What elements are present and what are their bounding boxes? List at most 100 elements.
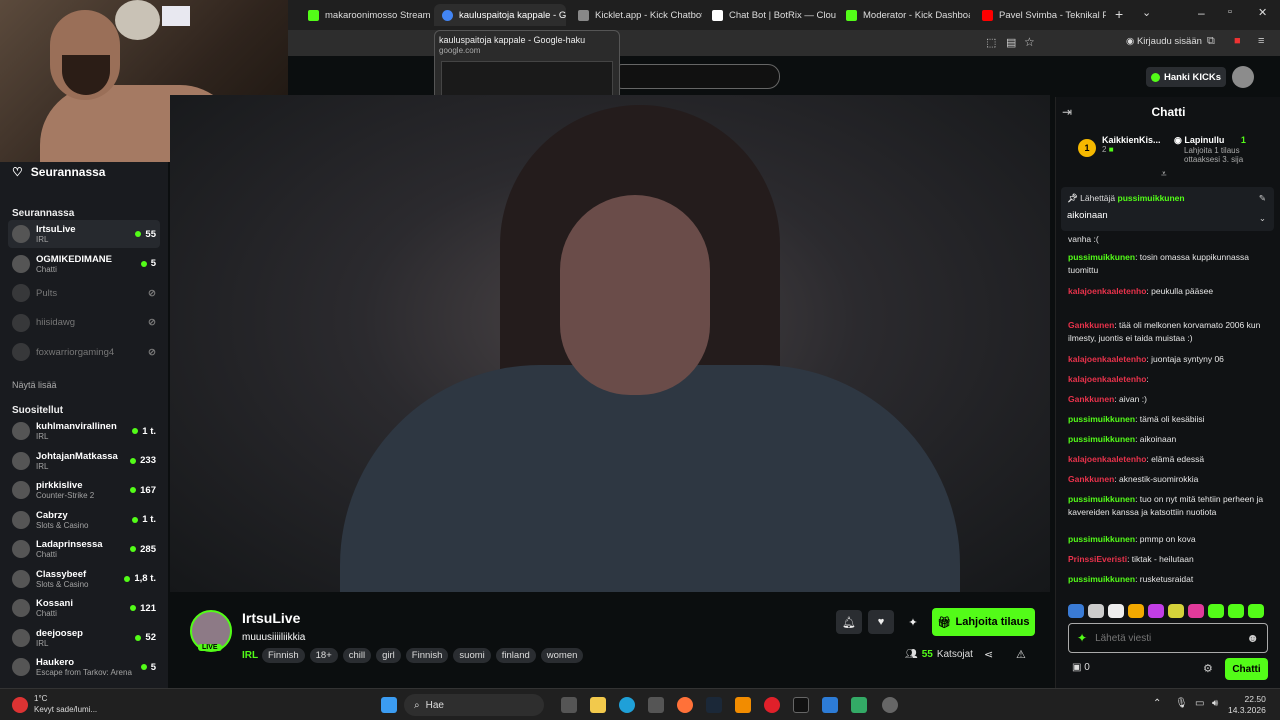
chat-username[interactable]: pussimuikkunen [1068,252,1135,262]
share-icon[interactable]: ⋖ [984,648,993,661]
sidebar-channel[interactable]: IrtsuLive IRL 55 [8,220,160,248]
chat-username[interactable]: kalajoenkaaletenho [1068,354,1146,364]
chat-username[interactable]: Gankkunen [1068,320,1114,330]
streamer-name[interactable]: IrtsuLive [242,610,300,626]
follow-heart-icon[interactable]: ♥ [868,610,894,634]
reader-icon[interactable]: ▤ [1006,36,1016,49]
screenshot-icon[interactable]: ⬚ [986,36,996,49]
gift-subscription-button[interactable]: 🎁︎ Lahjoita tilaus [932,608,1035,636]
gear-icon[interactable]: ⚙ [1203,662,1213,675]
sidebar-channel[interactable]: Cabrzy Slots & Casino 1 t. [8,506,160,534]
stream-tag[interactable]: suomi [453,648,491,663]
terminal-icon[interactable] [793,697,809,713]
send-chat-button[interactable]: Chatti [1225,658,1268,680]
weather-widget[interactable]: 1°C Kevyt sade/lumi... [34,693,97,715]
sidebar-channel[interactable]: Pults ⊘ [8,279,160,307]
task-view-icon[interactable] [561,697,577,713]
show-more-link[interactable]: Näytä lisää [12,380,57,390]
sidebar-channel[interactable]: hiisidawg ⊘ [8,309,160,337]
sidebar-channel[interactable]: foxwarriorgaming4 ⊘ [8,338,160,366]
tab-moderator[interactable]: Moderator - Kick Dashboar✕ [838,4,970,26]
minimize-icon[interactable]: – [1198,6,1205,20]
video-player[interactable] [170,95,1050,592]
chevron-down-icon[interactable]: ⌄ [1259,213,1266,224]
sidebar-channel[interactable]: kuhlmanvirallinen IRL 1 t. [8,417,160,445]
chat-username[interactable]: pussimuikkunen [1068,534,1135,544]
user-avatar[interactable] [1232,66,1254,88]
file-explorer-icon[interactable] [590,697,606,713]
volume-icon[interactable]: 🔊︎ [1212,698,1218,709]
stream-tag[interactable]: Finnish [262,648,305,663]
sidebar-channel[interactable]: deejoosep IRL 52 [8,624,160,652]
obs-icon[interactable] [882,697,898,713]
app-icon-2[interactable] [851,697,867,713]
weather-icon[interactable] [12,697,28,713]
app-icon[interactable] [822,697,838,713]
chat-username[interactable]: pussimuikkunen [1068,414,1135,424]
tab-youtube[interactable]: Pavel Svimba - Teknikal Pro✕ [974,4,1106,26]
stream-tag[interactable]: women [540,648,584,663]
chat-username[interactable]: kalajoenkaaletenho [1068,374,1146,384]
chat-username[interactable]: Gankkunen [1068,474,1114,484]
tab-botrix[interactable]: Chat Bot | BotRix — Cloud✕ [704,4,836,26]
report-icon[interactable]: ⚠ [1016,648,1026,661]
stream-tag[interactable]: girl [376,648,401,663]
edge-icon[interactable] [619,697,635,713]
extensions-icon[interactable]: ⧉ [1207,35,1215,48]
site-search-input[interactable] [610,64,780,89]
points-display[interactable]: ▣ 0 [1072,662,1090,673]
chat-username[interactable]: PrinssiEveristi [1068,554,1127,564]
chat-message: kalajoenkaaletenho: juontaja syntyny 06 [1068,353,1268,366]
addon-icon[interactable]: ■ [1234,35,1241,47]
new-tab-icon[interactable]: + [1115,6,1123,22]
chat-username[interactable]: pussimuikkunen [1068,434,1135,444]
windows-start-icon[interactable] [381,697,397,713]
emoji-icon[interactable]: ☻ [1246,631,1259,645]
window-close-icon[interactable]: ✕ [1258,6,1267,19]
stream-tag[interactable]: 18+ [309,648,338,663]
sidebar-channel[interactable]: Classybeef Slots & Casino 1,8 t. [8,565,160,593]
menu-icon[interactable]: ≡ [1258,35,1264,47]
firefox-icon[interactable] [677,697,693,713]
get-kicks-button[interactable]: Hanki KICKs [1146,67,1226,87]
chat-username[interactable]: Gankkunen [1068,394,1114,404]
tab-makaroonimosso[interactable]: makaroonimosso Stream -✕ [300,4,432,26]
sidebar-channel[interactable]: Haukero Escape from Tarkov: Arena 5 [8,653,160,681]
notification-bell-icon[interactable]: 🔔︎ [836,610,862,634]
unpin-icon[interactable]: ✎ [1259,193,1266,204]
sidebar-channel[interactable]: pirkkislive Counter-Strike 2 167 [8,476,160,504]
sidebar-channel[interactable]: Kossani Chatti 121 [8,594,160,622]
sparkle-icon[interactable]: ✦ [1077,631,1087,645]
chat-username[interactable]: pussimuikkunen [1068,494,1135,504]
chat-input[interactable]: ✦ ☻ [1068,623,1268,653]
stream-tag[interactable]: finland [495,648,536,663]
opera-icon[interactable] [764,697,780,713]
chat-message-field[interactable] [1095,632,1239,644]
chat-username[interactable]: kalajoenkaaletenho [1068,454,1146,464]
maximize-icon[interactable]: ▫ [1228,6,1232,18]
sparkle-icon[interactable]: ✦ [900,610,926,634]
stream-category[interactable]: IRL [242,650,258,661]
stream-tag[interactable]: Finnish [405,648,449,663]
stream-tag[interactable]: chill [342,648,372,663]
sidebar-channel[interactable]: JohtajanMatkassa IRL 233 [8,447,160,475]
tab-list-icon[interactable]: ⌄ [1142,6,1151,19]
taskbar-search[interactable]: ⌕ Hae [404,694,544,716]
expand-icon[interactable]: ⩡ [1161,169,1167,180]
sidebar-channel[interactable]: Ladaprinsessa Chatti 285 [8,535,160,563]
clock[interactable]: 22.50 14.3.2026 [1228,694,1266,716]
tray-chevron-icon[interactable]: ⌃ [1153,698,1161,709]
chat-username[interactable]: kalajoenkaaletenho [1068,286,1146,296]
chat-username[interactable]: pussimuikkunen [1068,574,1135,584]
tab-google[interactable]: kauluspaitoja kappale - Go✕ [434,4,566,26]
store-icon[interactable] [648,697,664,713]
vlc-icon[interactable] [735,697,751,713]
sidebar-channel[interactable]: OGMIKEDIMANE Chatti 5 [8,250,160,278]
steam-icon[interactable] [706,697,722,713]
tab-kicklet[interactable]: Kicklet.app - Kick Chatbot✕ [570,4,702,26]
microphone-icon[interactable]: 🎙︎ [1175,698,1188,709]
network-icon[interactable]: ▭ [1195,698,1204,709]
sidebar-header[interactable]: ♡ Seurannassa [0,162,117,182]
signin-button[interactable]: ◉ Kirjaudu sisään [1126,36,1202,47]
bookmark-star-icon[interactable]: ☆ [1024,35,1035,49]
